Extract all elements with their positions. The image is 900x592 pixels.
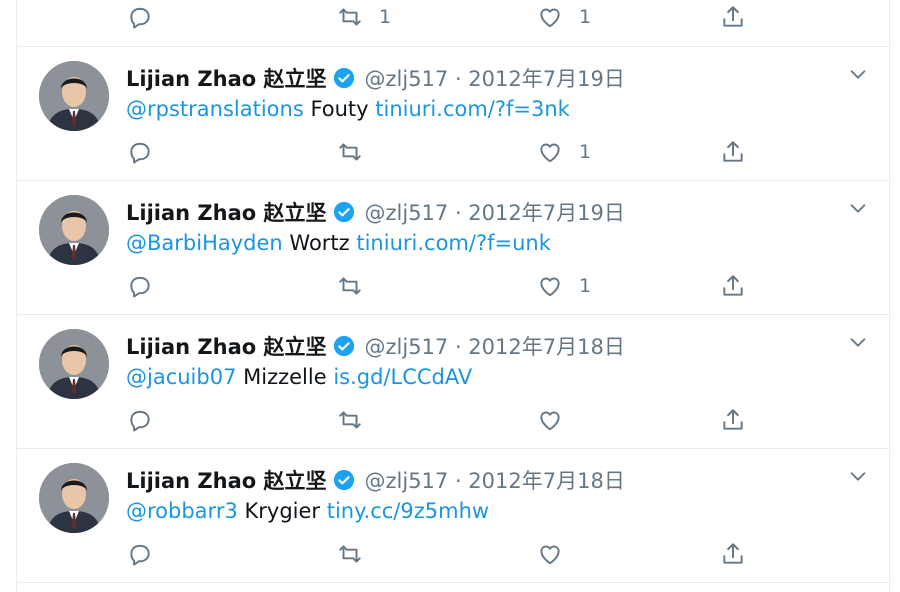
retweet-icon [339,8,361,26]
tweet[interactable]: Lijian Zhao 赵立坚 @zlj517 · 2012年7月18日 @ro… [17,449,889,583]
share-button[interactable] [720,537,746,571]
reply-button[interactable] [127,537,153,571]
tweet-header: Lijian Zhao 赵立坚 @zlj517 · 2012年7月18日 [126,463,625,497]
tweet-text-content: Krygier [237,499,327,523]
reply-button[interactable] [127,269,153,303]
retweet-button[interactable] [337,269,379,303]
tweet-actions: 1 [17,269,889,303]
handle-and-date[interactable]: @zlj517 · 2012年7月19日 [365,197,625,227]
share-icon [723,409,743,430]
retweet-count: 1 [379,6,392,28]
mention-link[interactable]: @rpstranslations [126,97,304,121]
tweet-header: Lijian Zhao 赵立坚 @zlj517 · 2012年7月19日 [126,195,625,229]
tweet-text-content: Wortz [282,231,357,255]
like-button[interactable] [537,537,579,571]
tweet-actions [17,403,889,437]
retweet-button[interactable] [337,537,379,571]
verified-badge-icon [333,201,354,223]
avatar[interactable] [39,195,109,265]
tweet-actions: 1 [17,135,889,169]
avatar[interactable] [39,329,109,399]
tweet-header: Lijian Zhao 赵立坚 @zlj517 · 2012年7月19日 [126,61,625,95]
heart-icon [540,411,560,431]
tweet-actions [17,537,889,571]
chevron-down-icon[interactable] [847,331,869,353]
reply-button[interactable] [127,0,153,34]
avatar-image [39,463,109,533]
avatar-image [39,195,109,265]
display-name[interactable]: Lijian Zhao 赵立坚 [126,197,327,227]
handle-and-date[interactable]: @zlj517 · 2012年7月18日 [365,331,625,361]
url-link[interactable]: tiniuri.com/?f=unk [356,231,551,255]
reply-icon [130,544,150,566]
timeline-feed: 1 1 Lijian Zhao 赵立坚 @zlj517 · 2012年7月19日… [16,0,890,592]
reply-icon [130,410,150,432]
tweet-text: @BarbiHayden Wortz tiniuri.com/?f=unk [126,227,551,259]
like-button[interactable] [537,403,579,437]
retweet-icon [339,545,361,563]
mention-link[interactable]: @BarbiHayden [126,231,283,255]
retweet-button[interactable]: 1 [337,0,391,34]
heart-icon [540,545,560,565]
like-button[interactable]: 1 [537,0,591,34]
reply-icon [130,142,150,164]
verified-badge-icon [333,335,354,357]
verified-badge-icon [333,469,354,491]
tweet-text: @jacuib07 Mizzelle is.gd/LCCdAV [126,361,472,393]
share-button[interactable] [720,0,746,34]
display-name[interactable]: Lijian Zhao 赵立坚 [126,465,327,495]
tweet-text-content: Mizzelle [236,365,334,389]
url-link[interactable]: tiniuri.com/?f=3nk [375,97,570,121]
retweet-icon [339,143,361,161]
chevron-down-icon[interactable] [847,465,869,487]
chevron-down-icon[interactable] [847,197,869,219]
like-button[interactable]: 1 [537,135,591,169]
reply-button[interactable] [127,403,153,437]
avatar-image [39,61,109,131]
like-count: 1 [579,275,592,297]
share-icon [723,141,743,162]
url-link[interactable]: tiny.cc/9z5mhw [327,499,489,523]
retweet-button[interactable] [337,403,379,437]
tweet[interactable]: Lijian Zhao 赵立坚 @zlj517 · 2012年7月19日 @rp… [17,47,889,181]
retweet-icon [339,277,361,295]
like-count: 1 [579,6,592,28]
chevron-down-icon[interactable] [847,63,869,85]
tweet[interactable]: Lijian Zhao 赵立坚 @zlj517 · 2012年7月19日 @Ba… [17,181,889,315]
verified-badge-icon [333,67,354,89]
display-name[interactable]: Lijian Zhao 赵立坚 [126,63,327,93]
tweet-text: @rpstranslations Fouty tiniuri.com/?f=3n… [126,93,570,125]
share-icon [723,6,743,27]
share-icon [723,275,743,296]
mention-link[interactable]: @jacuib07 [126,365,236,389]
retweet-icon [339,411,361,429]
share-icon [723,543,743,564]
heart-icon [540,8,560,28]
mention-link[interactable]: @robbarr3 [126,499,238,523]
share-button[interactable] [720,269,746,303]
like-count: 1 [579,141,592,163]
avatar[interactable] [39,463,109,533]
heart-icon [540,143,560,163]
reply-icon [130,276,150,298]
handle-and-date[interactable]: @zlj517 · 2012年7月19日 [365,63,625,93]
heart-icon [540,277,560,297]
like-button[interactable]: 1 [537,269,591,303]
url-link[interactable]: is.gd/LCCdAV [333,365,472,389]
retweet-button[interactable] [337,135,379,169]
handle-and-date[interactable]: @zlj517 · 2012年7月18日 [365,465,625,495]
avatar-image [39,329,109,399]
tweet-header: Lijian Zhao 赵立坚 @zlj517 · 2012年7月18日 [126,329,625,363]
share-button[interactable] [720,403,746,437]
tweet-text-content: Fouty [303,97,376,121]
tweet-partial: 1 1 [17,0,889,47]
avatar[interactable] [39,61,109,131]
reply-button[interactable] [127,135,153,169]
share-button[interactable] [720,135,746,169]
tweet-text: @robbarr3 Krygier tiny.cc/9z5mhw [126,495,489,527]
tweet-actions: 1 1 [17,0,889,34]
display-name[interactable]: Lijian Zhao 赵立坚 [126,331,327,361]
tweet[interactable]: Lijian Zhao 赵立坚 @zlj517 · 2012年7月18日 @ja… [17,315,889,449]
reply-icon [130,7,150,29]
